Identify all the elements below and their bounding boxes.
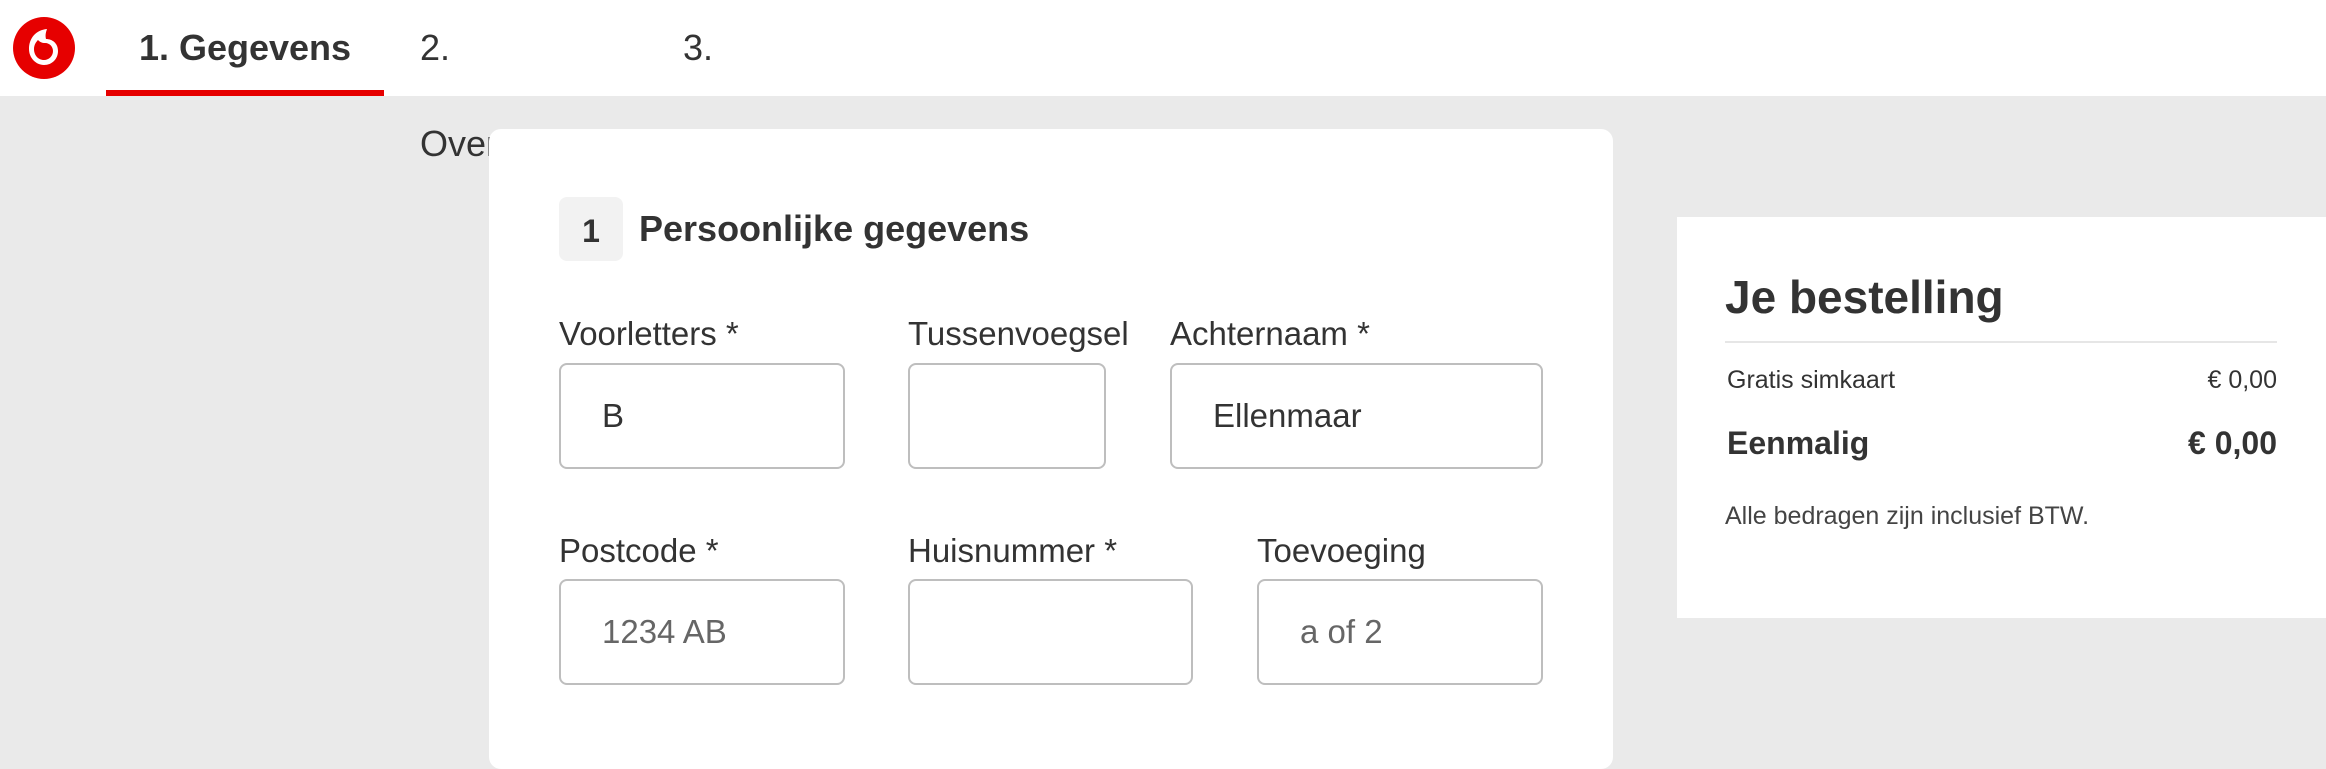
postcode-label: Postcode *	[559, 532, 719, 569]
postcode-input[interactable]	[559, 579, 845, 685]
section-title: Persoonlijke gegevens	[639, 208, 1030, 249]
top-navigation: 1. Gegevens 2. Overzicht 3. Bedankt	[0, 0, 2326, 164]
section-number-badge: 1	[559, 197, 623, 261]
tab-overzicht[interactable]: 2. Overzicht	[420, 0, 610, 164]
huisnummer-label: Huisnummer *	[908, 532, 1118, 569]
vat-note: Alle bedragen zijn inclusief BTW.	[1725, 502, 2090, 530]
achternaam-input[interactable]	[1170, 363, 1543, 469]
voorletters-input[interactable]	[559, 363, 845, 469]
active-tab-indicator	[106, 90, 384, 96]
voorletters-label: Voorletters *	[559, 315, 739, 352]
order-total-price: € 0,00	[2188, 425, 2277, 461]
tussenvoegsel-input[interactable]	[908, 363, 1106, 469]
tab-bedankt[interactable]: 3. Bedankt	[683, 0, 853, 164]
toevoeging-label: Toevoeging	[1257, 532, 1426, 569]
vodafone-logo-icon[interactable]	[12, 16, 76, 80]
tussenvoegsel-label: Tussenvoegsel	[908, 315, 1129, 352]
personal-details-card: 1 Persoonlijke gegevens Voorletters * Tu…	[489, 129, 1613, 769]
order-item-price: € 0,00	[2207, 366, 2277, 394]
order-summary-card: Je bestelling Gratis simkaart € 0,00 Een…	[1677, 217, 2326, 618]
order-summary-title: Je bestelling	[1725, 271, 2004, 323]
order-total-label: Eenmalig	[1727, 425, 1870, 461]
achternaam-label: Achternaam *	[1170, 315, 1370, 352]
order-item-label: Gratis simkaart	[1727, 366, 1896, 394]
huisnummer-input[interactable]	[908, 579, 1193, 685]
tab-gegevens[interactable]: 1. Gegevens	[106, 0, 384, 96]
order-line-item: Gratis simkaart € 0,00	[1727, 363, 2277, 397]
tab-gegevens-label: 1. Gegevens	[138, 27, 352, 68]
toevoeging-input[interactable]	[1257, 579, 1543, 685]
order-divider	[1725, 341, 2277, 343]
order-total-line: Eenmalig € 0,00	[1727, 421, 2277, 465]
